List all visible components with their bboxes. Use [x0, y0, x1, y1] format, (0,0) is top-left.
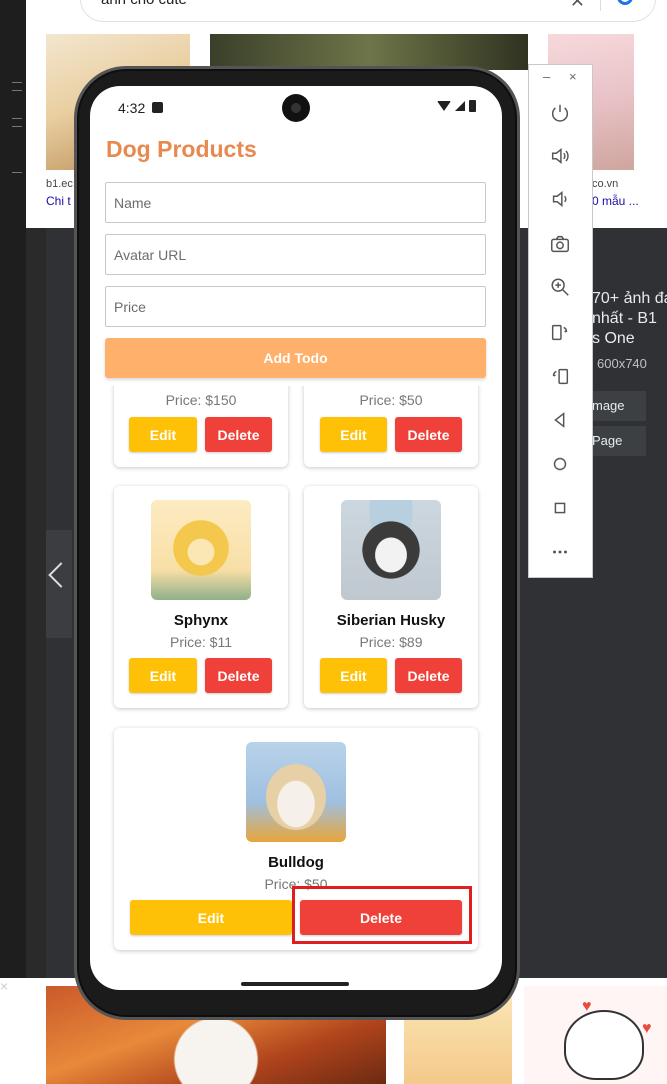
product-avatar [246, 742, 346, 842]
minimize-button[interactable]: – [543, 69, 550, 84]
search-divider [600, 0, 601, 11]
delete-button[interactable]: Delete [395, 658, 462, 693]
heart-icon: ♥ [642, 1020, 652, 1037]
rotate-left-icon[interactable] [548, 320, 572, 344]
preview-title-line[interactable]: 70+ ảnh đạ [592, 290, 667, 308]
phone-screen: 4:32 Dog Products Add Todo Price: $150 E… [90, 86, 502, 990]
product-avatar [341, 500, 441, 600]
search-query[interactable]: ảnh chó cute [101, 0, 187, 8]
result-thumbnail[interactable] [210, 34, 528, 70]
back-icon[interactable] [548, 408, 572, 432]
result-title[interactable]: 0 mẫu ... [592, 194, 652, 208]
browser-search-box[interactable]: ảnh chó cute ✕ [80, 0, 656, 22]
volume-down-icon[interactable] [548, 187, 572, 211]
background-left-strip [0, 0, 26, 1084]
edit-button[interactable]: Edit [320, 417, 387, 452]
gesture-nav-bar[interactable] [241, 982, 349, 986]
result-source: b1.ec [46, 178, 73, 190]
add-todo-button[interactable]: Add Todo [105, 338, 486, 378]
product-card: Siberian Husky Price: $89 Edit Delete [304, 486, 478, 708]
edit-button[interactable]: Edit [130, 900, 292, 935]
result-title[interactable]: Chi t [46, 194, 74, 208]
page-title: Dog Products [106, 136, 257, 162]
power-icon[interactable] [548, 101, 572, 125]
home-icon[interactable] [548, 452, 572, 476]
product-card: Sphynx Price: $11 Edit Delete [114, 486, 288, 708]
camera-icon[interactable] [548, 232, 572, 256]
status-time: 4:32 [118, 100, 146, 116]
edit-button[interactable]: Edit [320, 658, 387, 693]
product-card: Price: $50 Edit Delete [304, 386, 478, 467]
result-source: co.vn [592, 178, 619, 190]
product-price: Price: $89 [359, 634, 423, 650]
product-price: Price: $50 [359, 392, 423, 408]
highlight-box [292, 886, 472, 944]
status-bar: 4:32 [90, 86, 502, 122]
browser-top-bar: ảnh chó cute ✕ [26, 0, 667, 34]
signal-icon [455, 101, 465, 111]
chevron-left-icon [48, 562, 74, 588]
visit-page-button[interactable]: Page [592, 426, 646, 456]
rotate-right-icon[interactable] [548, 364, 572, 388]
cartoon-face [564, 1010, 644, 1080]
volume-up-icon[interactable] [548, 144, 572, 168]
price-input[interactable] [105, 286, 486, 327]
avatar-url-input[interactable] [105, 234, 486, 275]
edit-button[interactable]: Edit [129, 417, 197, 452]
notification-icon [152, 102, 163, 113]
preview-title-line[interactable]: nhất - B1 [592, 310, 657, 328]
product-price: Price: $150 [165, 392, 237, 408]
product-card: Price: $150 Edit Delete [114, 386, 288, 467]
product-name: Siberian Husky [336, 612, 446, 629]
product-price: Price: $11 [170, 634, 232, 650]
edit-button[interactable]: Edit [129, 658, 197, 693]
search-icon[interactable] [617, 0, 633, 5]
close-button[interactable]: × [569, 69, 577, 84]
emulator-toolbar: – × [528, 64, 593, 578]
product-avatar [151, 500, 251, 600]
view-image-button[interactable]: mage [592, 391, 646, 421]
preview-title-line[interactable]: s One [592, 330, 635, 348]
delete-button[interactable]: Delete [205, 417, 272, 452]
preview-dimensions: 600x740 [597, 356, 647, 371]
delete-button[interactable]: Delete [395, 417, 462, 452]
name-input[interactable] [105, 182, 486, 223]
zoom-icon[interactable] [548, 275, 572, 299]
delete-button[interactable]: Delete [205, 658, 272, 693]
close-icon[interactable]: × [0, 978, 14, 998]
front-camera [282, 94, 310, 122]
clear-search-icon[interactable]: ✕ [570, 0, 585, 12]
overview-icon[interactable] [548, 496, 572, 520]
wifi-icon [437, 101, 451, 111]
heart-icon: ♥ [582, 998, 592, 1015]
product-name: Bulldog [268, 854, 324, 871]
more-icon[interactable] [548, 540, 572, 564]
battery-icon [469, 100, 476, 112]
result-thumbnail[interactable]: ♥ ♥ [524, 986, 667, 1084]
product-name: Sphynx [173, 612, 229, 629]
previous-image-button[interactable] [46, 530, 74, 638]
